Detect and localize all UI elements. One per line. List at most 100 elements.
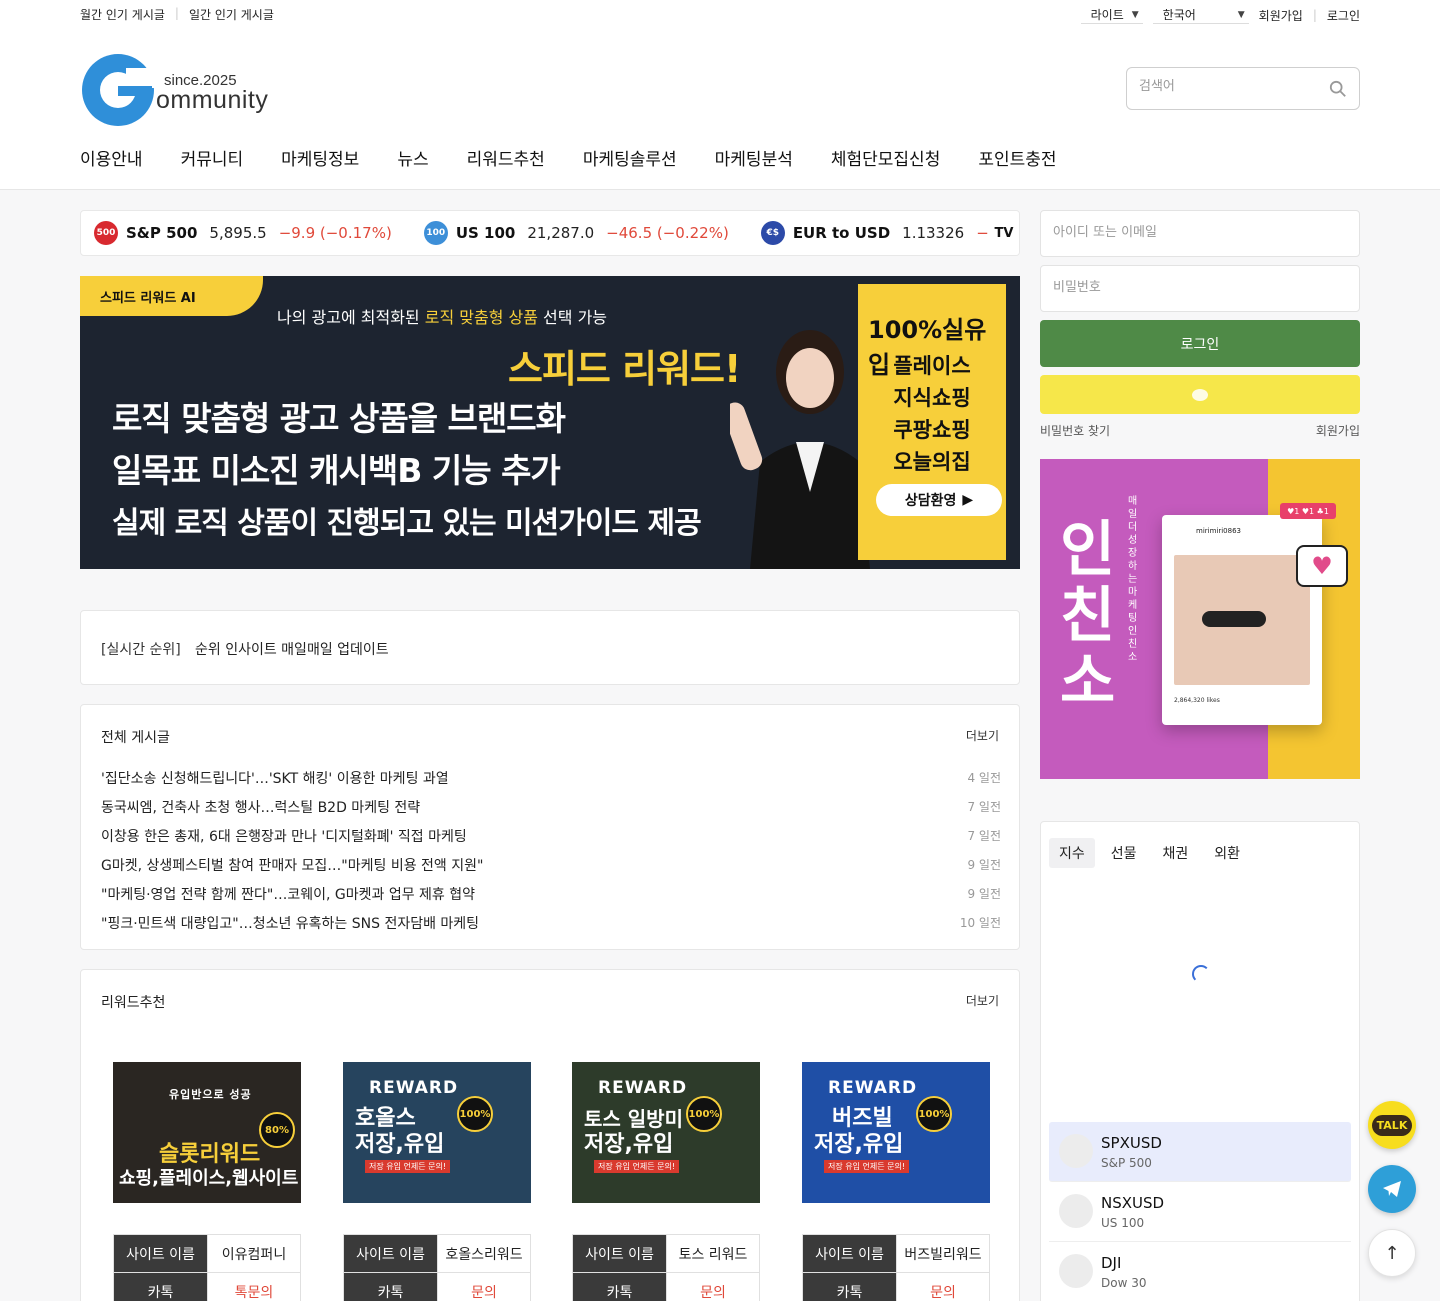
theme-select-value: 라이트	[1090, 8, 1124, 22]
percent-badge: 80%	[259, 1112, 295, 1148]
market-ticker[interactable]: 500 S&P 500 5,895.5 −9.9 (−0.17%) 100 US…	[80, 210, 1020, 256]
tab-bonds[interactable]: 채권	[1153, 838, 1199, 868]
ticker-symbol: US 100	[455, 224, 516, 242]
market-desc: Dow 30	[1101, 1276, 1147, 1290]
ticker-price: 5,895.5	[209, 224, 267, 242]
index-icon: 100	[423, 221, 448, 245]
consult-button[interactable]: 상담환영 ▶	[876, 484, 1002, 516]
ticker-price: 1.13326	[902, 224, 965, 242]
reward-card[interactable]: REWARD 버즈빌 저장,유입 100% 저장 유입 언제든 문의! 사이트 …	[802, 1062, 990, 1301]
banner-subtitle: 나의 광고에 최적화된 로직 맞춤형 상품 선택 가능	[277, 308, 608, 327]
scroll-top-button[interactable]: ↑	[1368, 1229, 1416, 1277]
kakao-talk-button[interactable]: TALK	[1368, 1101, 1416, 1149]
banner-line: 일목표 미소진 캐시백B 기능 추가	[112, 451, 561, 490]
list-item[interactable]: 동국씨엠, 건축사 초청 행사…럭스틸 B2D 마케팅 전략 7 일전	[101, 792, 1001, 821]
nav-item-news[interactable]: 뉴스	[397, 145, 428, 170]
tab-forex[interactable]: 외환	[1204, 838, 1250, 868]
reward-card[interactable]: 유입반으로 성공 슬롯리워드 쇼핑,플레이스,웹사이트 80% 사이트 이름 이유…	[113, 1062, 301, 1301]
theme-select[interactable]: 라이트 ▼	[1080, 6, 1143, 24]
nav-item-solution[interactable]: 마케팅솔루션	[583, 145, 677, 170]
reward-card[interactable]: REWARD 토스 일방미 저장,유입 100% 저장 유입 언제든 문의! 사…	[572, 1062, 760, 1301]
reward-card[interactable]: REWARD 호올스 저장,유입 100% 저장 유입 언제든 문의! 사이트 …	[343, 1062, 531, 1301]
reward-thumbnail[interactable]: REWARD 호올스 저장,유입 100% 저장 유입 언제든 문의!	[343, 1062, 531, 1203]
telegram-button[interactable]	[1368, 1165, 1416, 1213]
talk-icon: TALK	[1371, 1114, 1413, 1136]
contact-link[interactable]: 문의	[896, 1272, 990, 1301]
tab-index[interactable]: 지수	[1049, 838, 1095, 868]
banner-tag: 스피드 리워드 AI	[80, 276, 263, 316]
more-link[interactable]: 더보기	[966, 727, 999, 744]
ad-big-text: 인친소	[1060, 515, 1116, 717]
id-input[interactable]	[1053, 225, 1343, 240]
nav-item-community[interactable]: 커뮤니티	[181, 145, 244, 170]
ticker-item[interactable]: 100 US 100 21,287.0 −46.5 (−0.22%)	[423, 221, 729, 245]
tab-futures[interactable]: 선물	[1101, 838, 1147, 868]
banner-tag-text: 스피드 리워드 AI	[100, 291, 196, 306]
reward-thumbnail[interactable]: 유입반으로 성공 슬롯리워드 쇼핑,플레이스,웹사이트 80%	[113, 1062, 301, 1203]
post-title[interactable]: "핑크·민트색 대량입고"…청소년 유혹하는 SNS 전자담배 마케팅	[101, 913, 479, 933]
top-utility-bar: 월간 인기 게시글 | 일간 인기 게시글 라이트 ▼ 한국어 ▼ 회원가입 |…	[80, 6, 1360, 26]
nav-item-experience[interactable]: 체험단모집신청	[831, 145, 940, 170]
language-select[interactable]: 한국어 ▼	[1152, 6, 1249, 24]
ticker-symbol: EUR to USD	[792, 224, 891, 242]
signup-link[interactable]: 회원가입	[1259, 7, 1303, 24]
chevron-down-icon: ▼	[1237, 9, 1245, 20]
search-icon[interactable]	[1329, 80, 1347, 98]
likes-badge: ♥1 ♥1 ♣1	[1280, 503, 1336, 519]
post-title[interactable]: "마케팅·영업 전략 함께 짠다"…코웨이, G마켓과 업무 제휴 협약	[101, 884, 475, 904]
banner-side-panel: 100%실유입 플레이스 지식쇼핑 쿠팡쇼핑 오늘의집 상담환영 ▶	[858, 284, 1006, 560]
password-input[interactable]	[1053, 280, 1343, 295]
find-password-link[interactable]: 비밀번호 찾기	[1040, 422, 1110, 439]
list-item[interactable]: G마켓, 상생페스티벌 참여 판매자 모집…"마케팅 비용 전액 지원" 9 일전	[101, 850, 1001, 879]
heart-icon: ♥	[1296, 545, 1348, 587]
nav-item-points[interactable]: 포인트충전	[978, 145, 1056, 170]
nav-item-guide[interactable]: 이용안내	[80, 145, 143, 170]
market-symbol: SPXUSD	[1101, 1134, 1162, 1152]
promo-banner[interactable]: 스피드 리워드 AI 나의 광고에 최적화된 로직 맞춤형 상품 선택 가능 스…	[80, 276, 1020, 569]
market-row[interactable]: DJI Dow 30	[1049, 1242, 1351, 1301]
post-date: 7 일전	[967, 800, 1001, 814]
nav-item-reward[interactable]: 리워드추천	[467, 145, 545, 170]
kakao-login-button[interactable]	[1040, 375, 1360, 414]
nav-item-analysis[interactable]: 마케팅분석	[715, 145, 793, 170]
reward-info-table: 사이트 이름 버즈빌리워드 카톡 문의	[802, 1234, 990, 1301]
list-item[interactable]: '집단소송 신청해드립니다'…'SKT 해킹' 이용한 마케팅 과열 4 일전	[101, 763, 1001, 792]
main-nav: 이용안내 커뮤니티 마케팅정보 뉴스 리워드추천 마케팅솔루션 마케팅분석 체험…	[80, 145, 1095, 170]
ticker-price: 21,287.0	[527, 224, 595, 242]
realtime-rank-bar[interactable]: [실시간 순위] 순위 인사이트 매일매일 업데이트	[80, 610, 1020, 685]
market-row[interactable]: NSXUSD US 100	[1049, 1182, 1351, 1242]
ticker-change: −9.9 (−0.17%)	[278, 224, 392, 242]
search-input[interactable]	[1139, 79, 1319, 94]
contact-link[interactable]: 문의	[437, 1272, 531, 1301]
list-item[interactable]: "마케팅·영업 전략 함께 짠다"…코웨이, G마켓과 업무 제휴 협약 9 일전	[101, 879, 1001, 908]
post-date: 9 일전	[967, 858, 1001, 872]
site-name-value: 토스 리워드	[666, 1234, 760, 1273]
site-logo[interactable]: since.2025 ommunity	[82, 54, 282, 128]
nav-item-marketing-info[interactable]: 마케팅정보	[281, 145, 359, 170]
signup-link[interactable]: 회원가입	[1316, 422, 1360, 439]
list-item[interactable]: 이창용 한은 총재, 6대 은행장과 만나 '디지털화폐' 직접 마케팅 7 일전	[101, 821, 1001, 850]
login-button[interactable]: 로그인	[1040, 320, 1360, 367]
post-date: 7 일전	[967, 829, 1001, 843]
market-row[interactable]: SPXUSD S&P 500	[1049, 1122, 1351, 1182]
contact-link[interactable]: 문의	[666, 1272, 760, 1301]
market-symbol: NSXUSD	[1101, 1194, 1165, 1212]
tradingview-logo-icon[interactable]: TV	[989, 211, 1019, 255]
reward-thumbnail[interactable]: REWARD 토스 일방미 저장,유입 100% 저장 유입 언제든 문의!	[572, 1062, 760, 1203]
more-link[interactable]: 더보기	[966, 992, 999, 1009]
market-tabs: 지수 선물 채권 외환	[1049, 838, 1250, 868]
contact-link[interactable]: 톡문의	[207, 1272, 301, 1301]
weekly-popular-link[interactable]: 일간 인기 게시글	[189, 6, 274, 23]
side-ad-banner[interactable]: 인친소 매일 더 성장하는 마케팅 인친소 mirimiri0863 2,864…	[1040, 459, 1360, 779]
post-title[interactable]: '집단소송 신청해드립니다'…'SKT 해킹' 이용한 마케팅 과열	[101, 768, 449, 788]
ticker-item[interactable]: €$ EUR to USD 1.13326 −0.0	[760, 221, 1013, 245]
login-link[interactable]: 로그인	[1327, 7, 1360, 24]
post-title[interactable]: G마켓, 상생페스티벌 참여 판매자 모집…"마케팅 비용 전액 지원"	[101, 855, 483, 875]
post-title[interactable]: 이창용 한은 총재, 6대 은행장과 만나 '디지털화폐' 직접 마케팅	[101, 826, 467, 846]
post-title[interactable]: 동국씨엠, 건축사 초청 행사…럭스틸 B2D 마케팅 전략	[101, 797, 420, 817]
ticker-item[interactable]: 500 S&P 500 5,895.5 −9.9 (−0.17%)	[94, 221, 392, 245]
realtime-rank-text[interactable]: 순위 인사이트 매일매일 업데이트	[195, 639, 389, 659]
list-item[interactable]: "핑크·민트색 대량입고"…청소년 유혹하는 SNS 전자담배 마케팅 10 일전	[101, 908, 1001, 937]
monthly-popular-link[interactable]: 월간 인기 게시글	[80, 6, 165, 23]
reward-thumbnail[interactable]: REWARD 버즈빌 저장,유입 100% 저장 유입 언제든 문의!	[802, 1062, 990, 1203]
